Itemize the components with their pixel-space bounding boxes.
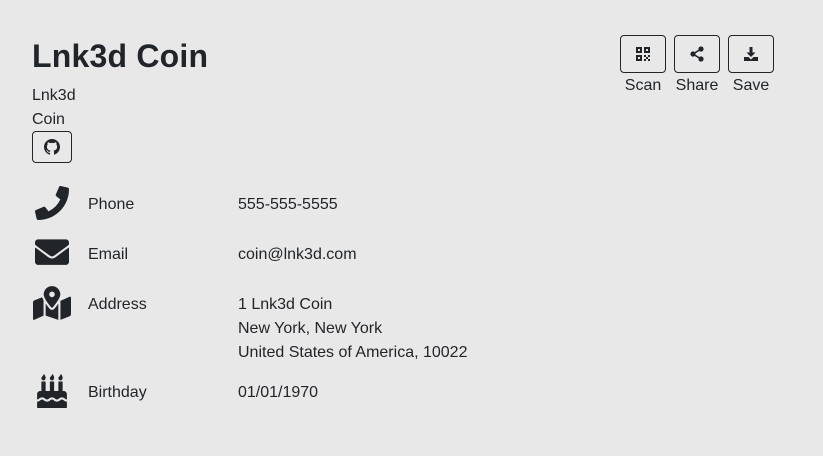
address-label: Address xyxy=(88,296,147,313)
birthday-cake-icon xyxy=(32,371,72,411)
map-icon xyxy=(32,283,72,323)
save-button[interactable] xyxy=(728,35,774,73)
save-label: Save xyxy=(732,77,770,94)
phone-label: Phone xyxy=(88,196,135,213)
email-value[interactable]: coin@lnk3d.com xyxy=(238,243,357,267)
action-buttons: Scan Share Save xyxy=(620,35,774,96)
address-line-1: 1 Lnk3d Coin xyxy=(238,296,333,313)
share-icon xyxy=(689,46,705,62)
contact-name: Lnk3d Coin xyxy=(32,38,209,74)
scan-action[interactable]: Scan xyxy=(620,35,666,96)
organization-line-2: Coin xyxy=(32,111,65,128)
github-button[interactable] xyxy=(32,131,72,163)
address-line-2: New York, New York xyxy=(238,320,383,337)
save-action[interactable]: Save xyxy=(728,35,774,96)
share-button[interactable] xyxy=(674,35,720,73)
address-value[interactable]: 1 Lnk3d Coin New York, New York United S… xyxy=(238,293,467,365)
phone-icon xyxy=(32,183,72,223)
contact-card: Lnk3d Coin Lnk3d Coin Scan Share Save Ph… xyxy=(0,0,823,456)
share-action[interactable]: Share xyxy=(674,35,720,96)
organization-line-1: Lnk3d xyxy=(32,87,76,104)
organization: Lnk3d Coin xyxy=(32,84,76,132)
address-line-3: United States of America, 10022 xyxy=(238,344,468,361)
download-icon xyxy=(743,46,759,62)
birthday-label: Birthday xyxy=(88,384,147,401)
email-label: Email xyxy=(88,246,129,263)
scan-button[interactable] xyxy=(620,35,666,73)
scan-label: Scan xyxy=(624,77,662,94)
github-icon xyxy=(44,139,60,155)
birthday-value: 01/01/1970 xyxy=(238,384,319,401)
share-label: Share xyxy=(675,77,719,94)
envelope-icon xyxy=(32,233,72,273)
phone-value[interactable]: 555-555-5555 xyxy=(238,193,338,217)
qr-code-icon xyxy=(635,46,651,62)
